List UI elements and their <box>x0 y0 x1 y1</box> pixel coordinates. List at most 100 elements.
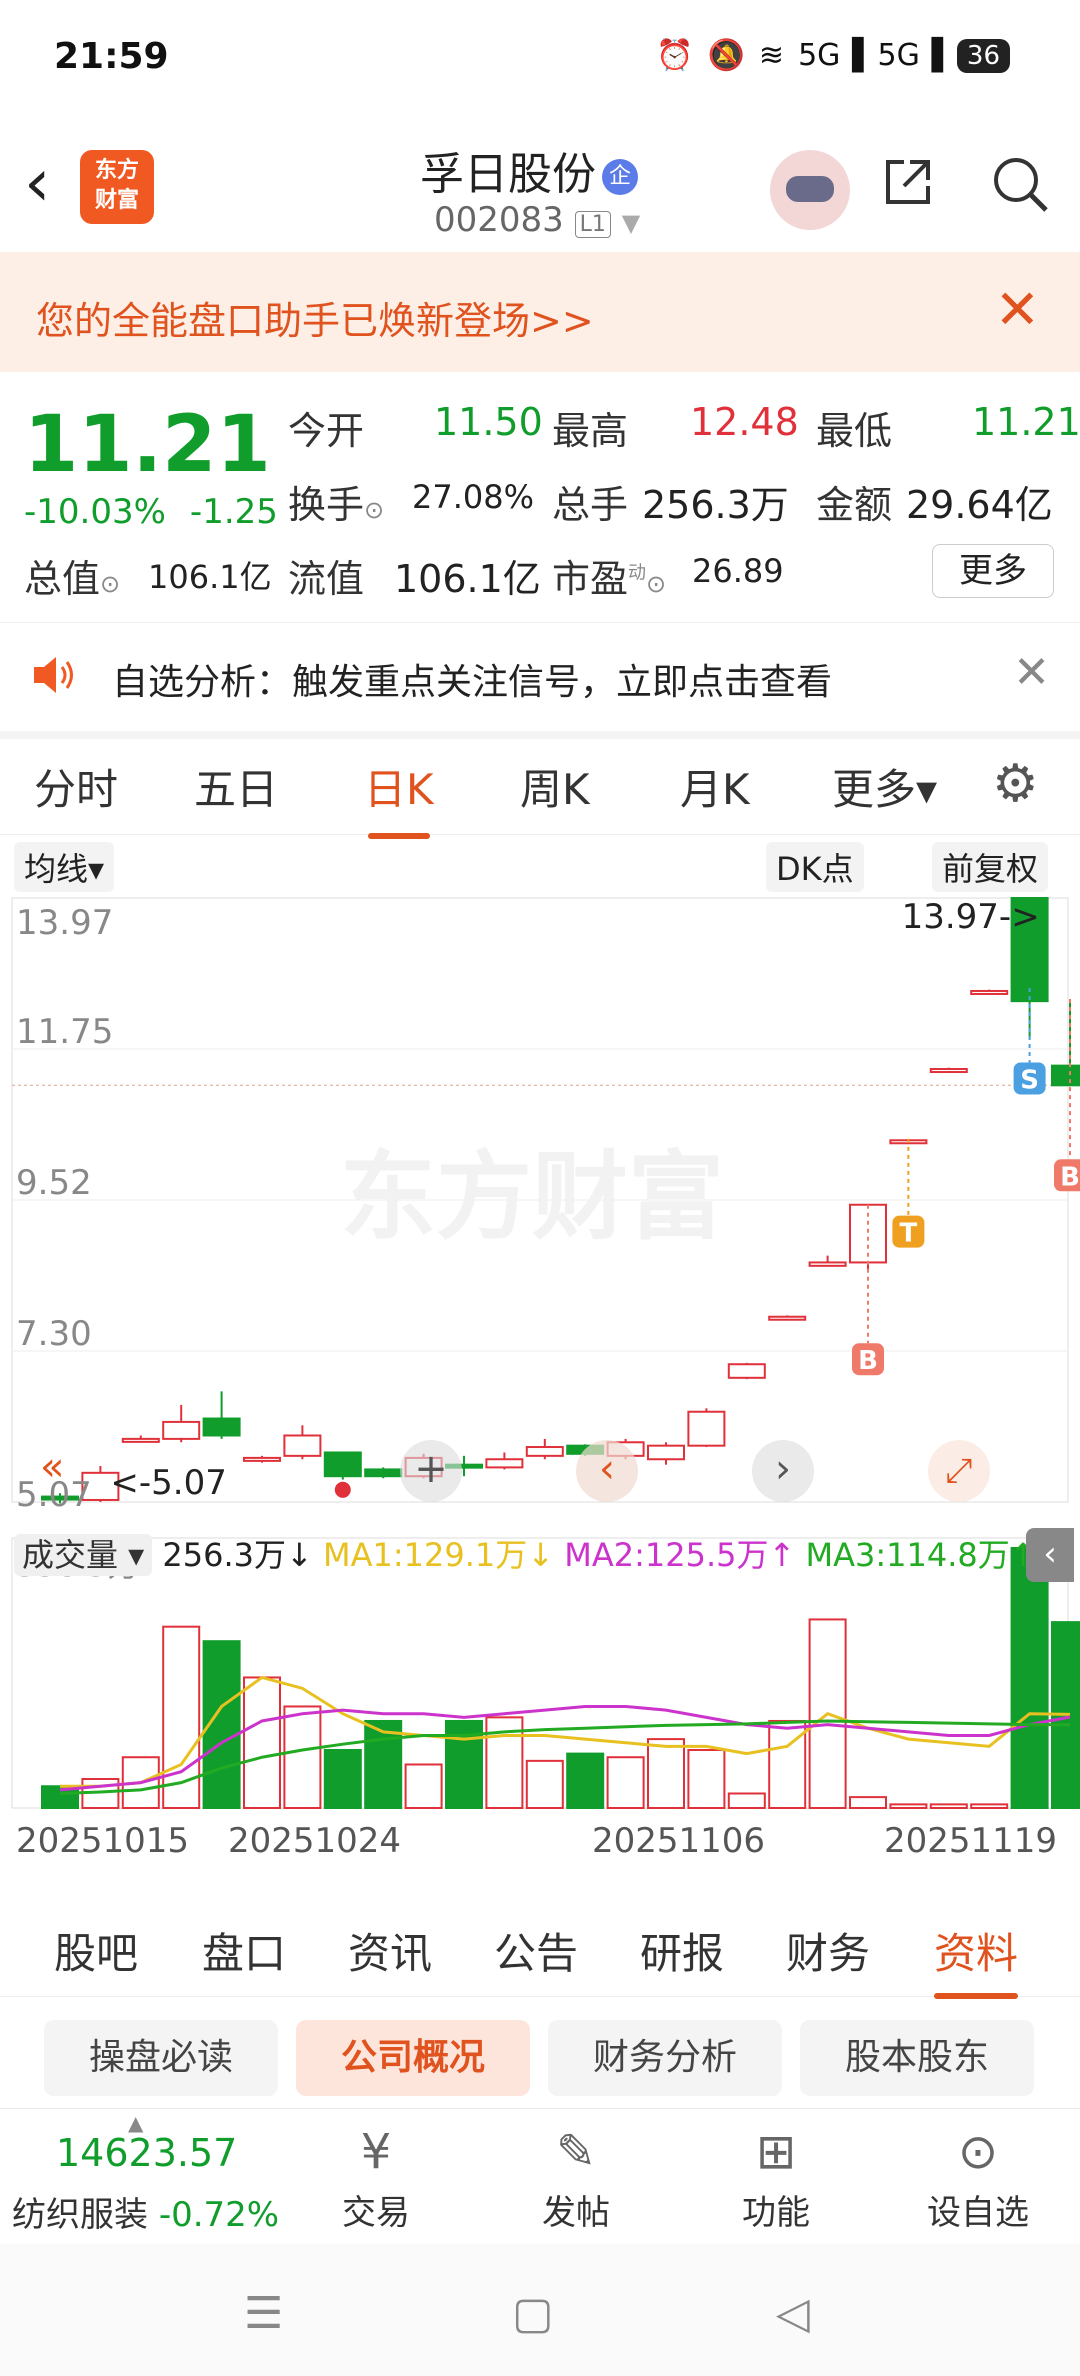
x-tick-label: 20251024 <box>228 1821 401 1861</box>
tab-daily-k[interactable]: 日K <box>364 756 434 839</box>
promo-banner[interactable]: 您的全能盘口助手已焕新登场>> ✕ <box>0 252 1080 372</box>
expand-icon[interactable]: ⤢ <box>928 1440 990 1502</box>
more-button[interactable]: 更多 <box>932 544 1054 598</box>
vol-ma2: MA2:125.5万↑ <box>564 1536 796 1574</box>
status-time: 21:59 <box>54 36 169 77</box>
alert-text[interactable]: 自选分析：触发重点关注信号，立即点击查看 <box>112 653 832 705</box>
tab-monthly-k[interactable]: 月K <box>680 756 750 817</box>
status-bar: 21:59 ⏰ 🔕 ≋ 5G▐ 5G▐ 36 <box>0 0 1080 120</box>
low-label: 最低 <box>816 409 893 453</box>
candle-body <box>323 1451 362 1478</box>
y-tick-label: 7.30 <box>16 1314 92 1354</box>
gear-icon[interactable]: ⚙ <box>992 754 1039 814</box>
volume-bar <box>1010 1547 1049 1809</box>
info-icon: ⊙ <box>100 570 121 598</box>
tab-intraday[interactable]: 分时 <box>34 756 118 817</box>
volume-bar <box>243 1676 281 1809</box>
close-icon[interactable]: ✕ <box>995 278 1040 341</box>
volume-bar <box>727 1792 766 1809</box>
mute-icon: 🔕 <box>707 38 745 73</box>
next-icon[interactable]: › <box>752 1440 814 1502</box>
tab-weekly-k[interactable]: 周K <box>520 756 590 817</box>
close-icon[interactable]: ✕ <box>1013 647 1050 698</box>
wifi-icon: ≋ <box>758 38 785 73</box>
menu-icon[interactable]: ☰ <box>244 2288 283 2339</box>
max-price-label: 13.97-> <box>902 897 1040 937</box>
high-value: 12.48 <box>690 400 799 444</box>
tab-news[interactable]: 资讯 <box>348 1920 432 1981</box>
tab-forum[interactable]: 股吧 <box>54 1920 138 1981</box>
trade-button[interactable]: ¥ 交易 <box>316 2119 436 2234</box>
volume-bar <box>525 1759 564 1809</box>
stock-name: 孚日股份企 <box>420 138 638 202</box>
subtab-trading-guide[interactable]: 操盘必读 <box>44 2020 278 2096</box>
tab-orderbook[interactable]: 盘口 <box>202 1920 286 1981</box>
volume-bar <box>606 1756 645 1809</box>
turnover-label: 换手⊙ <box>288 483 385 527</box>
x-tick-label: 20251119 <box>884 1821 1057 1861</box>
volume-bar <box>647 1738 685 1809</box>
post-button[interactable]: ✎ 发帖 <box>516 2119 636 2234</box>
stock-code[interactable]: 002083 L1 ▼ <box>434 200 640 240</box>
candle-body <box>364 1468 403 1478</box>
open-value: 11.50 <box>434 400 543 444</box>
back-triangle-icon[interactable]: ◁ <box>776 2288 810 2339</box>
marker-label: B <box>858 1346 878 1376</box>
float-value: 106.1亿 <box>394 557 541 601</box>
subtab-shareholders[interactable]: 股本股东 <box>800 2020 1034 2096</box>
level-badge: L1 <box>574 211 611 238</box>
prev-icon[interactable]: ‹ <box>576 1440 638 1502</box>
home-icon[interactable]: ▢ <box>512 2288 554 2339</box>
k-line-chart[interactable]: 东方财富 13.97-> <-5.07 B T S B 13.97 11.75 9.52 7.… <box>0 890 1080 1890</box>
float-label: 流值 <box>288 557 365 601</box>
y-tick-label: 9.52 <box>16 1163 92 1203</box>
add-watchlist-button[interactable]: ⊙ 设自选 <box>918 2119 1038 2234</box>
assistant-avatar[interactable] <box>770 150 850 230</box>
indicator-selector[interactable]: 成交量 ▾ <box>14 1534 153 1576</box>
tab-announcements[interactable]: 公告 <box>494 1920 578 1981</box>
alarm-icon: ⏰ <box>656 38 694 73</box>
tab-more[interactable]: 更多▾ <box>832 756 937 817</box>
y-tick-label: 13.97 <box>16 903 113 943</box>
tab-research[interactable]: 研报 <box>640 1920 724 1981</box>
eastmoney-logo[interactable]: 东方 财富 <box>80 150 154 224</box>
function-button[interactable]: ⊞ 功能 <box>716 2119 836 2234</box>
period-tabs: 分时 五日 日K 周K 月K 更多▾ <box>0 738 1080 839</box>
collapse-panel-icon[interactable]: ‹ <box>1026 1528 1074 1582</box>
profile-subtabs: 操盘必读 公司概况 财务分析 股本股东 <box>0 2004 1080 2104</box>
volume-bar <box>687 1748 726 1809</box>
banner-text[interactable]: 您的全能盘口助手已焕新登场>> <box>36 290 594 345</box>
volume-bar <box>929 1803 968 1809</box>
dk-points-button[interactable]: DK点 <box>766 842 864 892</box>
subtab-financial-analysis[interactable]: 财务分析 <box>548 2020 782 2096</box>
info-icon: ⊙ <box>646 570 667 598</box>
low-value: 11.21 <box>972 400 1080 444</box>
back-arrow-icon[interactable]: ‹ <box>24 150 50 216</box>
tab-financials[interactable]: 财务 <box>786 1920 870 1981</box>
turnover-value: 27.08% <box>412 478 535 516</box>
share-icon[interactable] <box>880 154 936 210</box>
volume-bar <box>849 1796 887 1809</box>
x-tick-label: 20251015 <box>16 1821 189 1861</box>
volume-bar <box>970 1803 1009 1809</box>
amount-label: 金额 <box>816 483 893 527</box>
tab-five-day[interactable]: 五日 <box>194 756 278 817</box>
yen-icon: ¥ <box>360 2124 392 2180</box>
sector-index-value[interactable]: 14623.57 <box>56 2131 237 2175</box>
current-price: 11.21 <box>24 400 271 490</box>
volume-bar <box>404 1763 443 1809</box>
adjust-button[interactable]: 前复权 <box>932 842 1049 892</box>
sector-index[interactable]: 纺织服装 -0.72% <box>12 2187 279 2236</box>
candle-body <box>162 1420 201 1440</box>
search-icon[interactable] <box>990 154 1050 214</box>
price-change: -10.03% -1.25 <box>24 492 302 532</box>
more-dots-icon: ⊙ <box>957 2124 999 2180</box>
ma-selector[interactable]: 均线▾ <box>14 842 115 892</box>
grid-icon: ⊞ <box>755 2124 797 2180</box>
tab-profile[interactable]: 资料 <box>934 1920 1019 1999</box>
scroll-left-icon[interactable]: « <box>40 1444 64 1490</box>
alert-bar[interactable]: 自选分析：触发重点关注信号，立即点击查看 ✕ <box>0 622 1080 739</box>
subtab-company-overview[interactable]: 公司概况 <box>296 2020 530 2096</box>
zoom-in-icon[interactable]: + <box>400 1440 462 1502</box>
candle-body <box>970 989 1009 995</box>
